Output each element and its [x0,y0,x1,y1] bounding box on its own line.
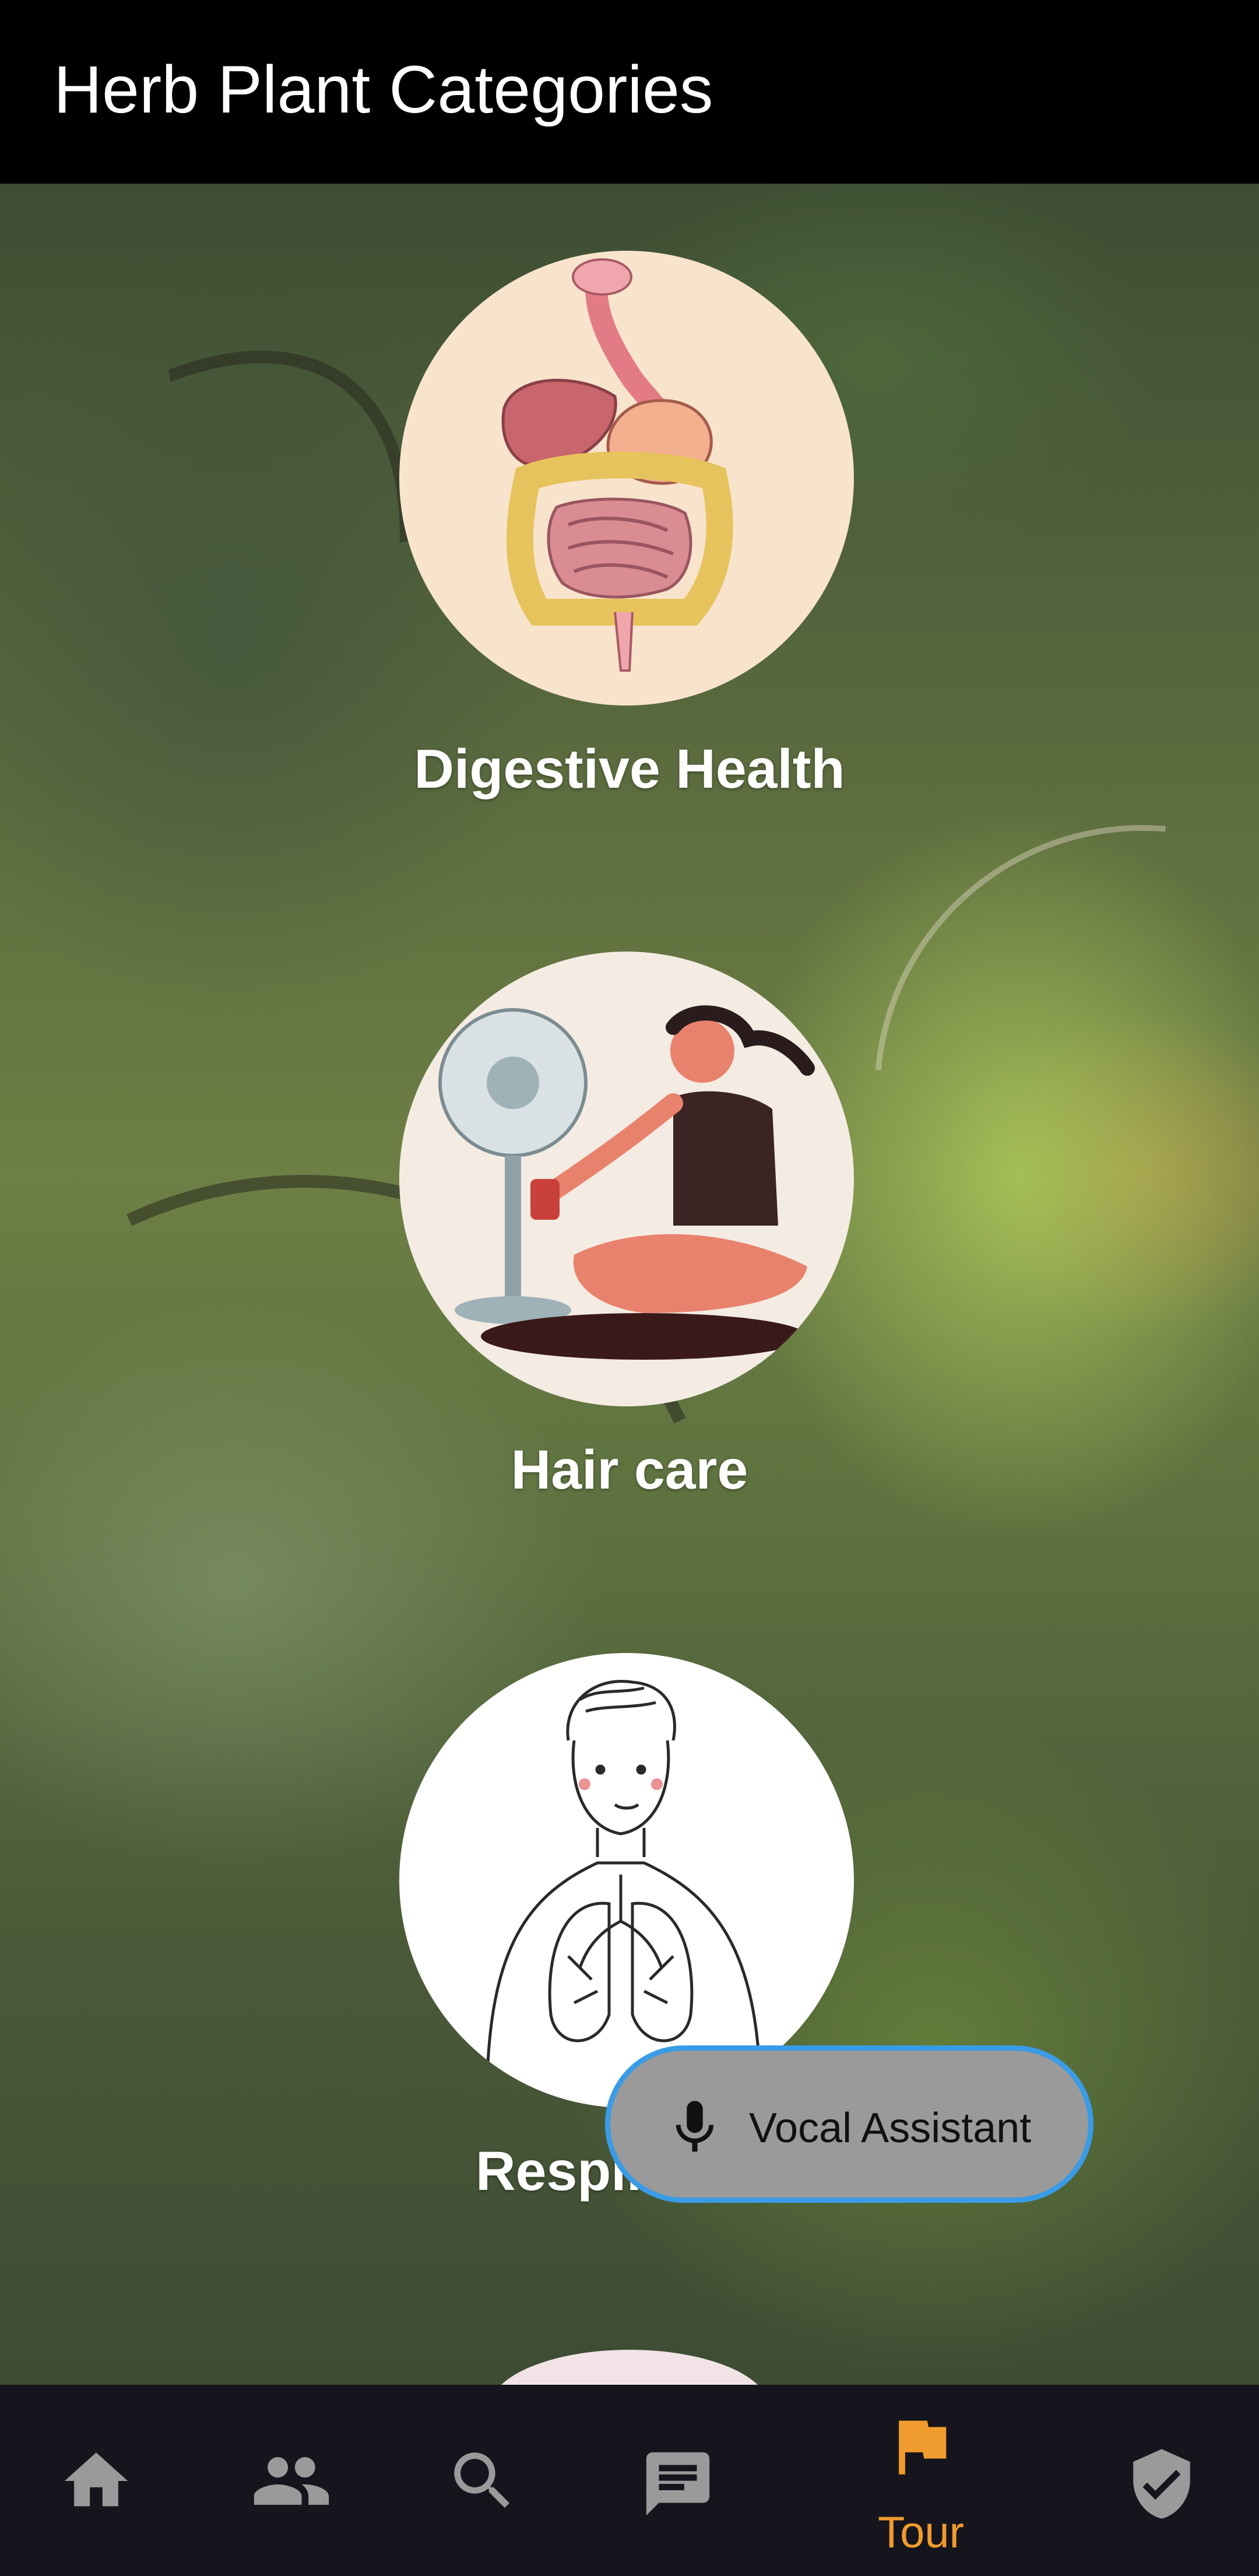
search-icon [454,2452,509,2508]
man-lungs-sketch-illustration [485,1680,762,2108]
page-title: Herb Plant Categories [54,52,713,127]
category-hair-care[interactable]: Hair care [0,952,1259,1535]
home-icon [64,2452,128,2507]
nav-security[interactable] [1080,2385,1243,2576]
woman-with-fan-illustration [438,1005,815,1360]
shield-check-icon [1133,2449,1190,2519]
category-image[interactable] [399,1653,854,2108]
chat-icon [646,2452,710,2516]
category-label[interactable]: Hair care [0,1438,1259,1502]
vocal-assistant-button[interactable]: Vocal Assistant [605,2045,1093,2203]
digestive-system-illustration [501,258,733,672]
vocal-assistant-label: Vocal Assistant [749,2105,1032,2152]
category-image[interactable] [399,251,854,706]
people-icon [254,2457,329,2505]
category-image[interactable] [399,952,854,1406]
nav-search[interactable] [401,2385,564,2576]
app-bar: Herb Plant Categories [0,0,1259,184]
category-digestive-health[interactable]: Digestive Health [0,251,1259,834]
nav-tour-label: Tour [878,2508,964,2557]
nav-home[interactable] [15,2385,178,2576]
microphone-icon [676,2101,714,2152]
nav-chat[interactable] [596,2385,759,2576]
app-root: Herb Plant Categories Digestive Health H… [0,0,1259,2576]
category-label[interactable]: Digestive Health [0,738,1259,801]
flag-icon [899,2420,947,2475]
nav-community[interactable] [210,2385,373,2576]
bottom-navigation: Tour [0,2385,1259,2576]
nav-tour[interactable]: Tour [839,2385,1003,2576]
